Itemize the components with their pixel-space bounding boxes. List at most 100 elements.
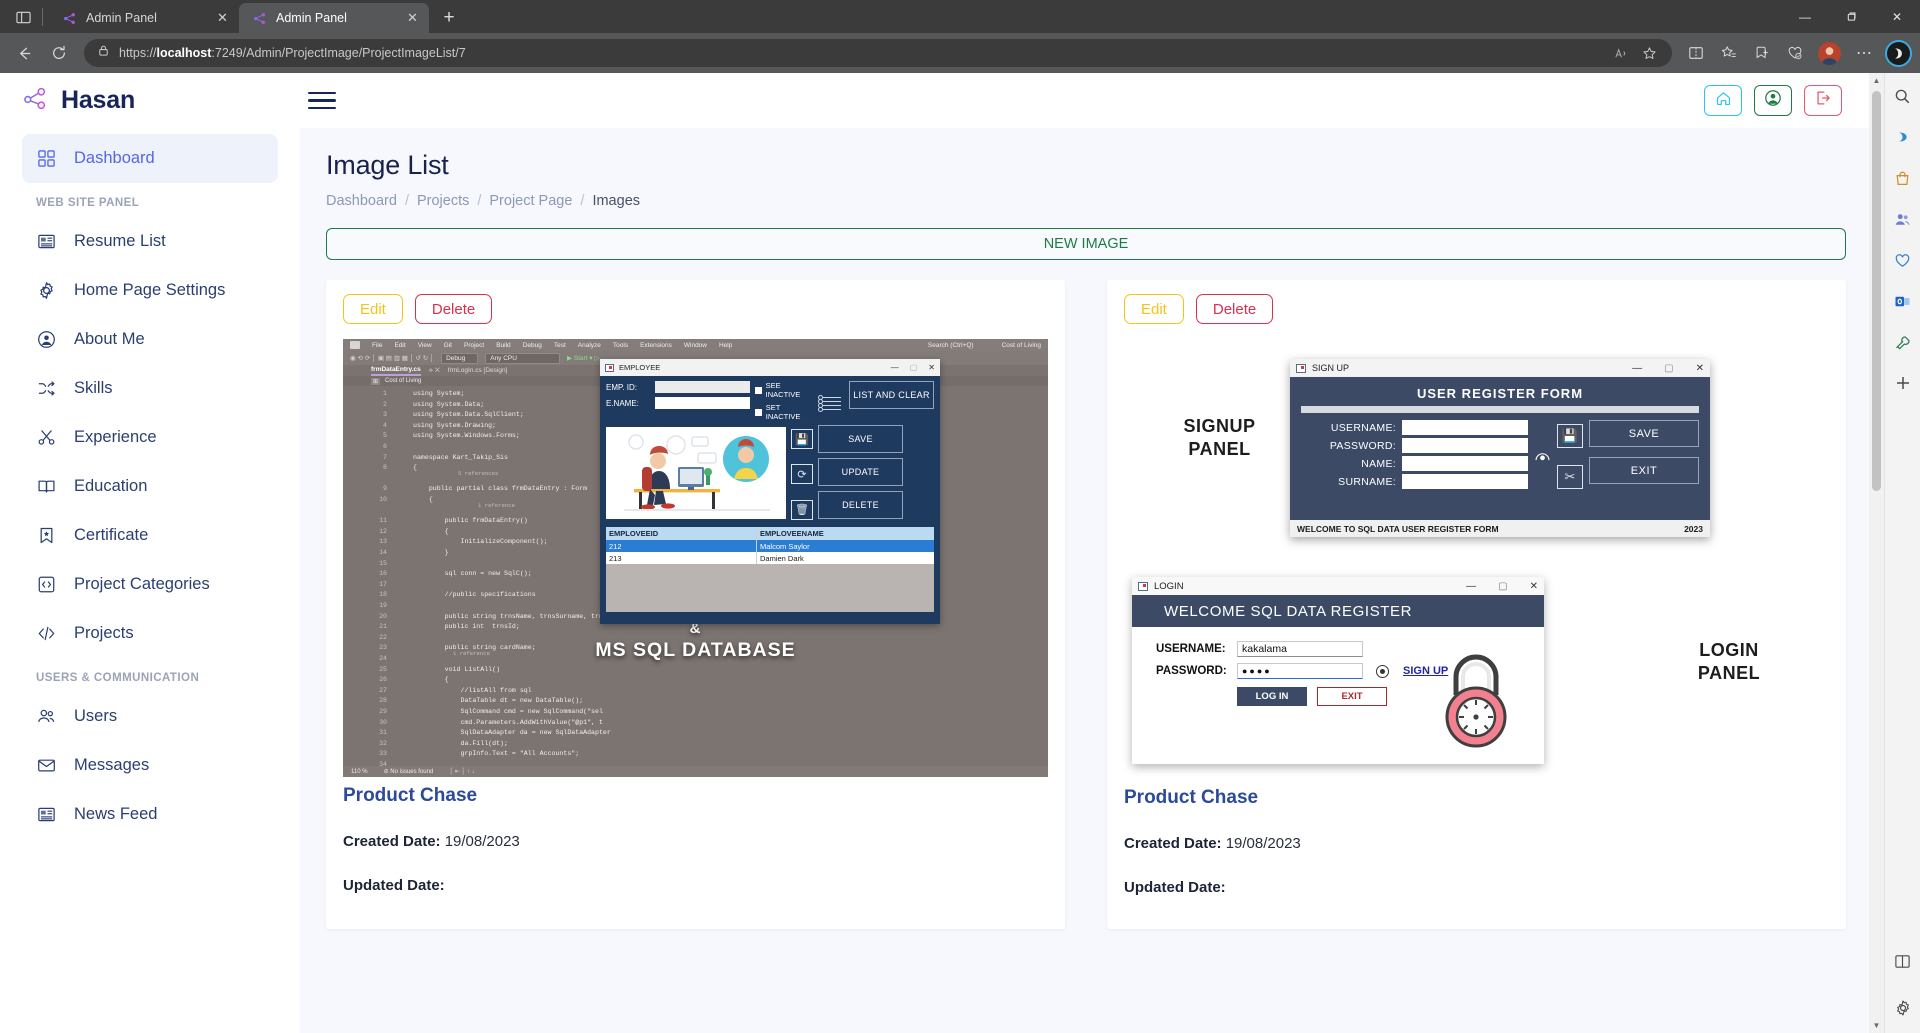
address-bar-url: https://localhost:7249/Admin/ProjectImag… — [119, 46, 466, 60]
sidebar-item-label: Resume List — [74, 232, 166, 250]
vs-menu-item: Git — [443, 341, 452, 349]
page-scrollbar[interactable]: ▲ ▼ — [1869, 73, 1884, 1033]
sidebar-toggle-icon[interactable] — [308, 84, 342, 118]
sidebar-item-users[interactable]: Users — [22, 692, 278, 741]
split-icon[interactable] — [1890, 948, 1916, 974]
back-icon[interactable] — [8, 38, 40, 68]
scroll-down-arrow[interactable]: ▼ — [1869, 1018, 1884, 1033]
vs-menu-item: Edit — [394, 341, 406, 349]
tab-list-icon[interactable] — [6, 2, 40, 32]
grid-cell-name: Damien Dark — [756, 552, 934, 564]
users-icon[interactable] — [1890, 206, 1916, 232]
sidebar-item-experience[interactable]: Experience — [22, 413, 278, 462]
sidebar-item-label: Users — [74, 707, 118, 725]
shopping-bag-icon[interactable] — [1890, 165, 1916, 191]
page-viewport: Hasan Dashboard WEB SITE PANEL Resume Li… — [0, 73, 1920, 1033]
breadcrumb-projects[interactable]: Projects — [417, 193, 469, 209]
scrollbar-thumb[interactable] — [1872, 91, 1881, 491]
sidebar-item-home-page-settings[interactable]: Home Page Settings — [22, 266, 278, 315]
created-date-label: Created Date: — [1124, 835, 1222, 852]
vs-tab: frmLogIn.cs [Design] — [447, 367, 508, 374]
sidebar-item-certificate[interactable]: Certificate — [22, 511, 278, 560]
vs-tab-active: frmDataEntry.cs — [371, 366, 421, 376]
browser-essentials-icon[interactable] — [1780, 38, 1810, 68]
sidebar-item-news-feed[interactable]: News Feed — [22, 790, 278, 839]
signup-panel-label: SIGNUP PANEL — [1183, 416, 1256, 459]
signup-panel-screenshot: SIGNUP PANEL SIGN UP — ▢ ✕ USER REGISTER… — [1124, 339, 1829, 557]
new-tab-button[interactable]: + — [435, 4, 463, 32]
tools-icon[interactable] — [1890, 329, 1916, 355]
sidebar-item-messages[interactable]: Messages — [22, 741, 278, 790]
read-aloud-icon[interactable] — [1608, 40, 1634, 66]
add-favorite-icon[interactable] — [1747, 38, 1777, 68]
logout-icon — [1814, 89, 1832, 112]
refresh-icon[interactable] — [43, 38, 75, 68]
vs-code-line: { — [413, 527, 449, 535]
outlook-icon[interactable] — [1890, 288, 1916, 314]
minimize-button[interactable]: — — [1782, 0, 1828, 33]
add-icon[interactable] — [1890, 370, 1916, 396]
browser-toolbar-actions: ⋯ — [1681, 38, 1912, 68]
visual-studio-screenshot: File Edit View Git Project Build Debug T… — [343, 339, 1048, 777]
vs-code-line: da.Fill(dt); — [413, 739, 508, 747]
search-icon[interactable] — [1890, 83, 1916, 109]
exit-button: EXIT — [1317, 687, 1387, 706]
browser-tab-2[interactable]: Admin Panel ✕ — [239, 3, 429, 33]
new-image-button[interactable]: NEW IMAGE — [326, 228, 1846, 260]
close-window-button[interactable]: ✕ — [1874, 0, 1920, 33]
header-actions — [1704, 85, 1884, 116]
updated-date-label: Updated Date: — [343, 877, 445, 894]
close-tab-icon[interactable]: ✕ — [214, 10, 231, 27]
delete-button[interactable]: Delete — [1195, 294, 1274, 324]
settings-and-more-icon[interactable]: ⋯ — [1849, 38, 1879, 68]
minimize-icon: — — [890, 363, 899, 372]
vs-code-lens: 1 reference — [478, 502, 515, 509]
settings-gear-icon[interactable] — [1890, 995, 1916, 1021]
address-bar[interactable]: https://localhost:7249/Admin/ProjectImag… — [84, 39, 1672, 67]
updated-date-row: Updated Date: — [343, 877, 1048, 894]
delete-button: DELETE — [818, 491, 903, 519]
copilot-icon[interactable] — [1890, 124, 1916, 150]
sidebar-item-education[interactable]: Education — [22, 462, 278, 511]
breadcrumb-separator: / — [477, 193, 482, 209]
sidebar-item-skills[interactable]: Skills — [22, 364, 278, 413]
created-date-label: Created Date: — [343, 833, 441, 850]
maximize-button[interactable] — [1828, 0, 1874, 33]
grid-row: 213 Damien Dark — [606, 552, 934, 564]
profile-avatar[interactable] — [1818, 41, 1841, 65]
browser-essentials-icon[interactable] — [1890, 247, 1916, 273]
vs-line-number: 8 — [383, 464, 387, 472]
sidebar-item-dashboard[interactable]: Dashboard — [22, 134, 278, 183]
vs-line-number: 26 — [379, 676, 387, 684]
close-tab-icon[interactable]: ✕ — [404, 10, 421, 27]
login-window: LOGIN — ▢ ✕ WELCOME SQL DATA REGISTER US… — [1132, 577, 1544, 764]
sidebar-item-projects[interactable]: Projects — [22, 609, 278, 658]
home-button[interactable] — [1704, 85, 1742, 116]
employee-field-row: EMP. ID: — [606, 381, 750, 393]
sidebar-item-about-me[interactable]: About Me — [22, 315, 278, 364]
collections-icon[interactable] — [1714, 38, 1744, 68]
logout-button[interactable] — [1804, 85, 1842, 116]
favorite-star-icon[interactable] — [1636, 40, 1662, 66]
newspaper-icon — [36, 804, 57, 825]
scroll-up-arrow[interactable]: ▲ — [1869, 73, 1884, 88]
card-metadata: Product Chase Created Date: 19/08/2023 U… — [343, 777, 1048, 894]
delete-button[interactable]: Delete — [414, 294, 493, 324]
field-label: USERNAME: — [1330, 421, 1396, 434]
split-screen-icon[interactable] — [1681, 38, 1711, 68]
breadcrumb-dashboard[interactable]: Dashboard — [326, 193, 397, 209]
profile-button[interactable] — [1754, 85, 1792, 116]
grid-cell-id: 213 — [609, 553, 622, 563]
brand-name: Hasan — [61, 86, 136, 114]
brand-logo[interactable]: Hasan — [0, 85, 300, 117]
sidebar-item-project-categories[interactable]: Project Categories — [22, 560, 278, 609]
breadcrumb-project-page[interactable]: Project Page — [489, 193, 572, 209]
copilot-icon[interactable] — [1885, 39, 1912, 67]
edit-button[interactable]: Edit — [343, 294, 403, 324]
vs-menu-item: Analyze — [577, 341, 601, 349]
sidebar-item-resume-list[interactable]: Resume List — [22, 217, 278, 266]
edit-button[interactable]: Edit — [1124, 294, 1184, 324]
sidebar-item-label: Messages — [74, 756, 150, 774]
address-bar-actions — [1608, 40, 1662, 66]
browser-tab-1[interactable]: Admin Panel ✕ — [49, 3, 239, 33]
